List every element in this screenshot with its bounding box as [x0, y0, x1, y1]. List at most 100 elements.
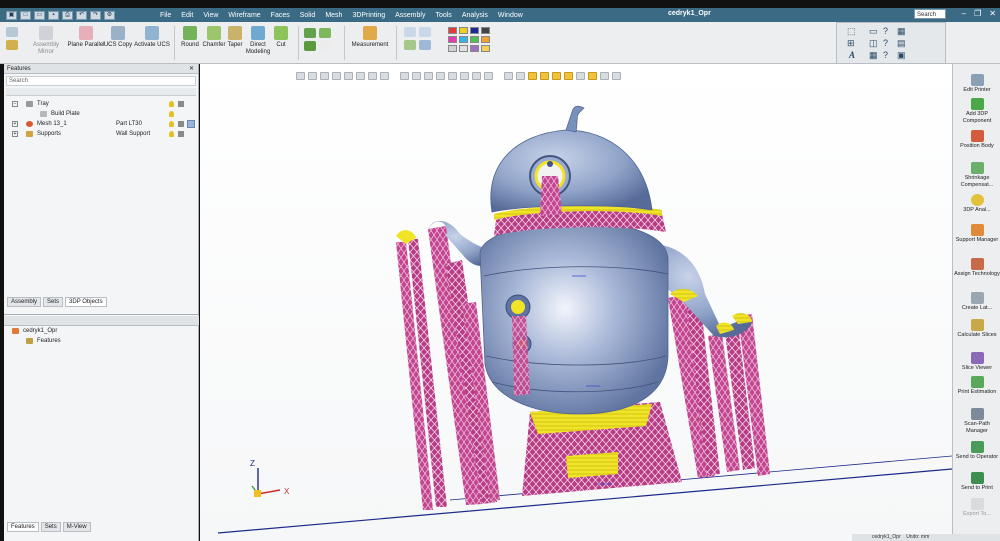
- color-swatch-purple[interactable]: [470, 45, 479, 52]
- collapse-toggle-icon[interactable]: −: [12, 101, 18, 107]
- help-icon-2[interactable]: ?: [883, 38, 888, 48]
- menu-edit[interactable]: Edit: [181, 12, 193, 19]
- tree-search-input[interactable]: Search: [6, 76, 196, 86]
- export-to-button[interactable]: Export To...: [953, 498, 1000, 518]
- pointer-icon[interactable]: [6, 27, 18, 37]
- measurement-button[interactable]: Measurement: [350, 26, 390, 49]
- tree-item-features[interactable]: Features: [4, 336, 199, 346]
- menu-wireframe[interactable]: Wireframe: [228, 12, 260, 19]
- tab-assembly[interactable]: Assembly: [7, 297, 42, 307]
- search-input[interactable]: Search: [914, 9, 946, 19]
- restore-icon[interactable]: ❐: [974, 9, 981, 18]
- zoom-window-icon[interactable]: [419, 27, 431, 37]
- support-manager-button[interactable]: Support Manager: [953, 224, 1000, 244]
- layout-icon[interactable]: ▣: [897, 50, 906, 61]
- expand-toggle-icon[interactable]: +: [12, 131, 18, 137]
- tab-sets[interactable]: Sets: [43, 297, 64, 307]
- help-icon[interactable]: ?: [883, 26, 888, 36]
- slice-viewer-button[interactable]: Slice Viewer: [953, 352, 1000, 372]
- color-swatch-green[interactable]: [470, 36, 479, 43]
- settings-icon[interactable]: ⚙: [104, 10, 115, 20]
- paint-icon[interactable]: [481, 45, 490, 52]
- menu-view[interactable]: View: [203, 12, 218, 19]
- menu-faces[interactable]: Faces: [271, 12, 290, 19]
- menu-window[interactable]: Window: [498, 12, 523, 19]
- new-file-icon[interactable]: □: [20, 10, 31, 20]
- color-swatch-magenta[interactable]: [448, 36, 457, 43]
- color-swatch-gray[interactable]: [481, 27, 490, 34]
- view-grid-icon[interactable]: ▦: [897, 26, 906, 37]
- color-swatch-cyan[interactable]: [459, 36, 468, 43]
- view-tile-icon[interactable]: ▤: [897, 38, 906, 49]
- activate-ucs-button[interactable]: Activate UCS: [132, 26, 172, 49]
- grid-toggle-icon[interactable]: ▦: [869, 50, 878, 61]
- print-icon[interactable]: ⎙: [62, 10, 73, 20]
- shrinkage-compensation-button[interactable]: Shrinkage Compensat...: [953, 162, 1000, 188]
- assign-technology-button[interactable]: Assign Technology: [953, 258, 1000, 278]
- menu-tools[interactable]: Tools: [435, 12, 451, 19]
- 3d-viewport[interactable]: Z X: [200, 64, 952, 541]
- tree-item-supports[interactable]: + Supports Wall Support: [4, 129, 198, 139]
- pan-icon[interactable]: [404, 40, 416, 50]
- visibility-bulb-icon[interactable]: [169, 111, 174, 117]
- menu-assembly[interactable]: Assembly: [395, 12, 425, 19]
- move-icon[interactable]: [304, 28, 316, 38]
- expand-toggle-icon[interactable]: +: [12, 121, 18, 127]
- shade-icon[interactable]: ◫: [869, 38, 878, 49]
- color-swatch-yellow[interactable]: [459, 27, 468, 34]
- tab-3dp-objects[interactable]: 3DP Objects: [65, 297, 107, 307]
- send-to-operator-button[interactable]: Send to Operator: [953, 441, 1000, 461]
- color-swatch-light[interactable]: [448, 45, 457, 52]
- render-mode-icon[interactable]: [178, 131, 184, 137]
- assembly-mirror-button[interactable]: Assembly Mirror: [26, 26, 66, 56]
- open-folder-icon[interactable]: ▭: [34, 10, 45, 20]
- render-mode-icon[interactable]: [178, 101, 184, 107]
- redo-icon[interactable]: ↷: [90, 10, 101, 20]
- undo-icon[interactable]: ↶: [76, 10, 87, 20]
- visibility-bulb-icon[interactable]: [169, 101, 174, 107]
- menu-solid[interactable]: Solid: [300, 12, 316, 19]
- tree-item-mesh[interactable]: + Mesh 13_1 Part LT30: [4, 119, 198, 129]
- color-swatch-red[interactable]: [448, 27, 457, 34]
- create-lattice-button[interactable]: Create Lat...: [953, 292, 1000, 312]
- close-icon[interactable]: ✕: [989, 9, 996, 18]
- render-mode-icon[interactable]: [178, 121, 184, 127]
- help-icon-3[interactable]: ?: [883, 50, 888, 60]
- tab-m-view[interactable]: M-View: [62, 522, 91, 532]
- 3dp-analysis-button[interactable]: 3DP Anal...: [953, 194, 1000, 214]
- app-icon[interactable]: ▣: [6, 10, 17, 20]
- cut-button[interactable]: Cut: [261, 26, 301, 49]
- color-swatch-blue[interactable]: [470, 27, 479, 34]
- position-body-button[interactable]: Position Body: [953, 130, 1000, 150]
- calculate-slices-button[interactable]: Calculate Slices: [953, 319, 1000, 339]
- add-3dp-component-button[interactable]: Add 3DP Component: [953, 98, 1000, 124]
- tree-item-document[interactable]: cedryk1_Opr: [4, 326, 199, 336]
- visibility-bulb-icon[interactable]: [169, 121, 174, 127]
- color-swatch-white[interactable]: [459, 45, 468, 52]
- tab-features[interactable]: Features: [7, 522, 39, 532]
- print-estimation-button[interactable]: Print Estimation: [953, 376, 1000, 396]
- tree-item-build-plate[interactable]: Build Plate: [4, 109, 198, 119]
- pencil-icon[interactable]: [6, 40, 18, 50]
- edit-printer-button[interactable]: Edit Printer: [953, 74, 1000, 94]
- scan-path-manager-button[interactable]: Scan-Path Manager: [953, 408, 1000, 434]
- tab-sets-lower[interactable]: Sets: [40, 522, 61, 532]
- menu-3dprinting[interactable]: 3DPrinting: [352, 12, 385, 19]
- color-swatch-orange[interactable]: [481, 36, 490, 43]
- tree-item-tray[interactable]: − Tray: [4, 99, 198, 109]
- scale-icon[interactable]: [304, 41, 316, 51]
- zoom-icon[interactable]: [404, 27, 416, 37]
- material-color-swatch[interactable]: [187, 120, 195, 128]
- view-box-icon[interactable]: ⬚: [847, 26, 856, 37]
- rotate-view-icon[interactable]: [419, 40, 431, 50]
- visibility-bulb-icon[interactable]: [169, 131, 174, 137]
- menu-analysis[interactable]: Analysis: [462, 12, 488, 19]
- close-panel-icon[interactable]: ✕: [189, 64, 194, 74]
- save-icon[interactable]: ▪: [48, 10, 59, 20]
- menu-mesh[interactable]: Mesh: [325, 12, 342, 19]
- send-to-print-button[interactable]: Send to Print: [953, 472, 1000, 492]
- menu-file[interactable]: File: [160, 12, 171, 19]
- wireframe-icon[interactable]: ⊞: [847, 38, 855, 49]
- text-style-icon[interactable]: A: [849, 50, 855, 60]
- minimize-icon[interactable]: –: [962, 9, 966, 18]
